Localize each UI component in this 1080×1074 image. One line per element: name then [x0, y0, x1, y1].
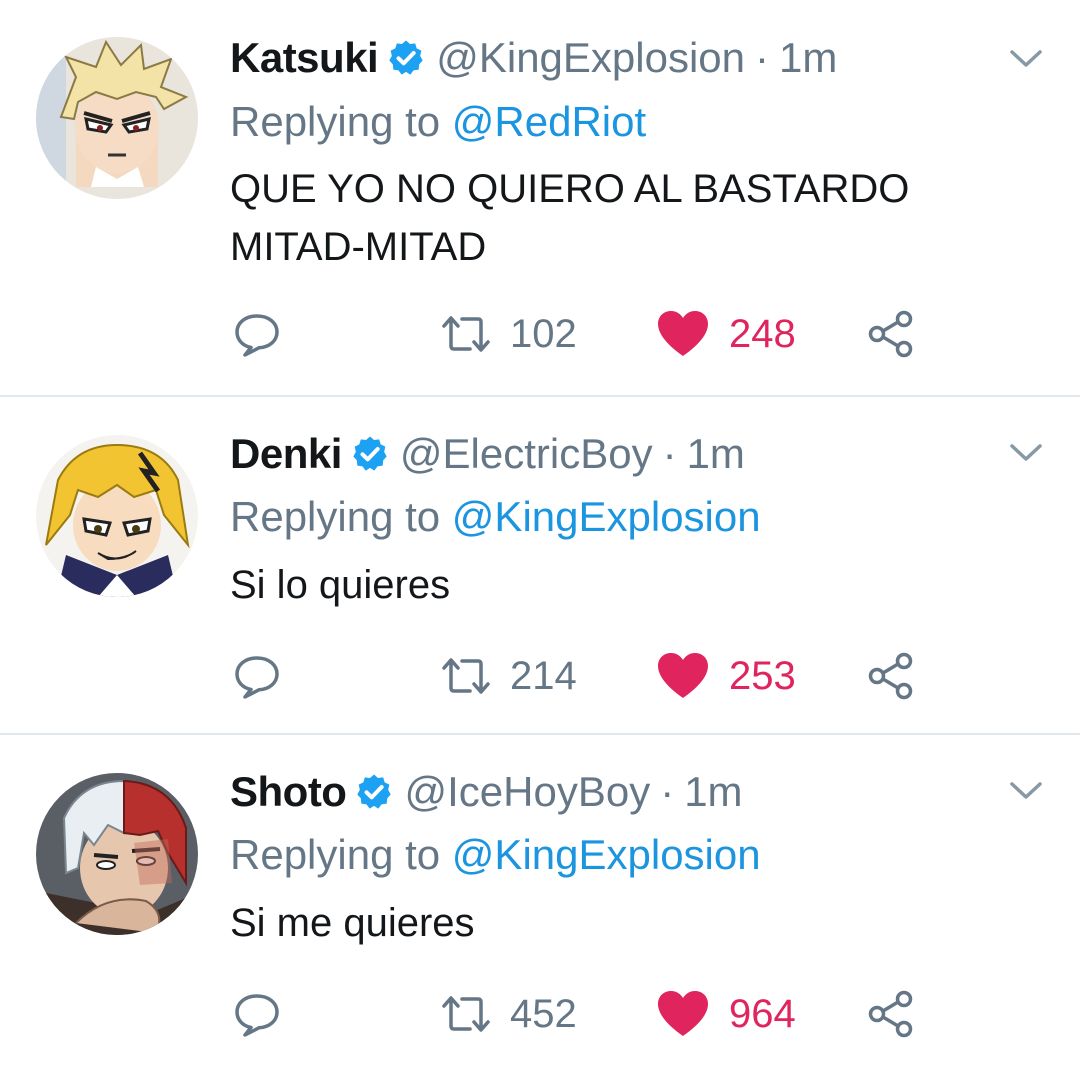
replying-to: Replying to @KingExplosion	[230, 493, 761, 541]
retweet-button[interactable]: 452	[440, 986, 577, 1042]
retweet-count: 102	[510, 311, 577, 356]
action-bar: 214 253	[0, 648, 1080, 704]
reply-icon	[235, 656, 279, 699]
caret-down-icon[interactable]	[1006, 776, 1046, 806]
reply-button[interactable]	[232, 648, 282, 704]
tweet-text: Si lo quieres	[230, 563, 451, 607]
share-button[interactable]	[866, 986, 916, 1042]
like-button[interactable]: 964	[655, 986, 796, 1042]
retweet-icon	[442, 658, 490, 694]
retweet-count: 214	[510, 653, 577, 698]
tweet-header: Shoto @IceHoyBoy · 1m	[230, 764, 743, 820]
tweet[interactable]: Katsuki @KingExplosion · 1m Replying to …	[0, 0, 1080, 358]
like-count: 964	[729, 991, 796, 1036]
action-bar: 452 964	[0, 986, 1080, 1042]
tweet[interactable]: Denki @ElectricBoy · 1m Replying to @Kin…	[0, 398, 1080, 736]
like-button[interactable]: 248	[655, 306, 796, 362]
blond-spiky-hair-avatar-icon	[36, 37, 198, 199]
tweet-text: QUE YO NO QUIERO AL BASTARDO MITAD-MITAD	[230, 167, 910, 269]
verified-badge-icon	[354, 772, 394, 812]
tweet-header: Katsuki @KingExplosion · 1m	[230, 30, 837, 86]
divider	[0, 733, 1080, 735]
handle[interactable]: @KingExplosion	[436, 34, 745, 82]
replying-to: Replying to @RedRiot	[230, 98, 646, 146]
like-count: 248	[729, 311, 796, 356]
tweet-feed: Katsuki @KingExplosion · 1m Replying to …	[0, 0, 1080, 1068]
retweet-button[interactable]: 102	[440, 306, 577, 362]
share-icon	[868, 652, 913, 700]
like-count: 253	[729, 653, 796, 698]
share-icon	[868, 990, 913, 1038]
replying-prefix: Replying to	[230, 831, 452, 878]
avatar[interactable]	[36, 773, 198, 935]
separator-dot: ·	[660, 768, 675, 815]
caret-down-icon[interactable]	[1006, 438, 1046, 468]
replying-to: Replying to @KingExplosion	[230, 831, 761, 879]
yellow-hair-avatar-icon	[36, 435, 198, 597]
separator-dot: ·	[662, 430, 677, 477]
reply-icon	[235, 994, 279, 1037]
white-red-hair-avatar-icon	[36, 773, 198, 935]
share-button[interactable]	[866, 648, 916, 704]
caret-down-icon[interactable]	[1006, 44, 1046, 74]
action-bar: 102 248	[0, 306, 1080, 362]
tweet-header: Denki @ElectricBoy · 1m	[230, 426, 745, 482]
verified-badge-icon	[350, 434, 390, 474]
tweet-text: Si me quieres	[230, 901, 475, 945]
divider	[0, 395, 1080, 397]
timestamp[interactable]: 1m	[687, 430, 745, 478]
share-button[interactable]	[866, 306, 916, 362]
heart-icon	[658, 991, 708, 1036]
retweet-count: 452	[510, 991, 577, 1036]
display-name[interactable]: Katsuki	[230, 34, 379, 82]
verified-badge-icon	[386, 38, 426, 78]
tweet[interactable]: Shoto @IceHoyBoy · 1m Replying to @KingE…	[0, 736, 1080, 1074]
reply-button[interactable]	[232, 986, 282, 1042]
handle[interactable]: @IceHoyBoy	[404, 768, 650, 816]
avatar[interactable]	[36, 37, 198, 199]
heart-icon	[658, 311, 708, 356]
handle[interactable]: @ElectricBoy	[400, 430, 653, 478]
mention-link[interactable]: @RedRiot	[452, 98, 646, 145]
display-name[interactable]: Shoto	[230, 768, 347, 816]
heart-icon	[658, 653, 708, 698]
timestamp[interactable]: 1m	[779, 34, 837, 82]
retweet-icon	[442, 316, 490, 352]
share-icon	[868, 310, 913, 358]
mention-link[interactable]: @KingExplosion	[452, 493, 761, 540]
reply-button[interactable]	[232, 306, 282, 362]
like-button[interactable]: 253	[655, 648, 796, 704]
replying-prefix: Replying to	[230, 98, 452, 145]
retweet-icon	[442, 996, 490, 1032]
separator-dot: ·	[755, 34, 770, 81]
avatar[interactable]	[36, 435, 198, 597]
timestamp[interactable]: 1m	[684, 768, 742, 816]
display-name[interactable]: Denki	[230, 430, 342, 478]
reply-icon	[235, 314, 279, 357]
mention-link[interactable]: @KingExplosion	[452, 831, 761, 878]
replying-prefix: Replying to	[230, 493, 452, 540]
retweet-button[interactable]: 214	[440, 648, 577, 704]
